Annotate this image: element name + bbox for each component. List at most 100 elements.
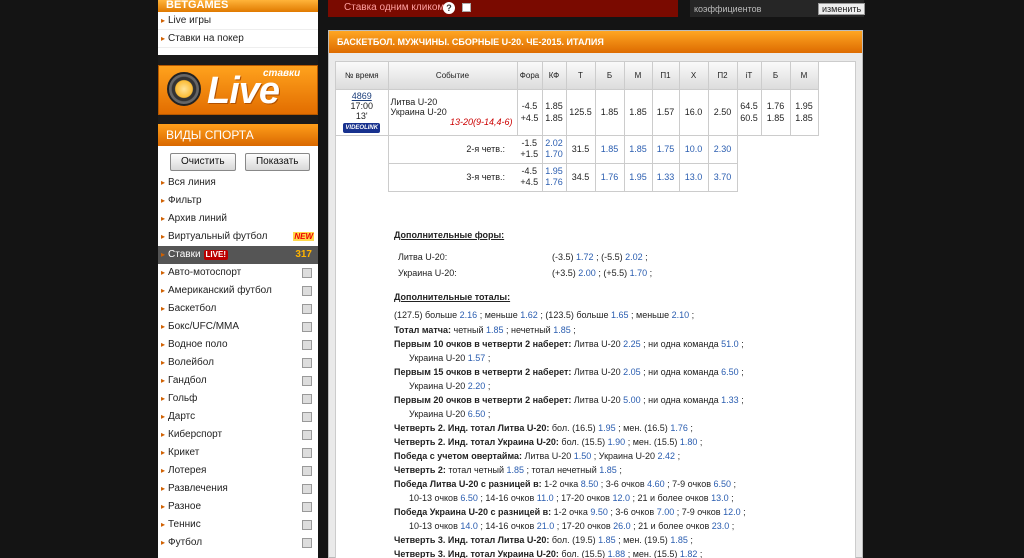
clear-button[interactable]: Очистить: [170, 153, 236, 171]
market-odds[interactable]: 5.00: [623, 395, 641, 405]
market-odds[interactable]: 4.60: [647, 479, 665, 489]
market-odds[interactable]: 2.42: [658, 451, 676, 461]
fora-odds[interactable]: 1.72: [576, 252, 594, 262]
totals-odds[interactable]: 1.62: [520, 310, 538, 320]
market-odds[interactable]: 1.85: [506, 465, 524, 475]
sport-item[interactable]: Лотерея: [158, 462, 318, 480]
p1-odds[interactable]: 1.57: [652, 89, 680, 136]
q2-p1[interactable]: 1.75: [652, 135, 680, 164]
totals-odds[interactable]: 2.10: [672, 310, 690, 320]
q2-p2[interactable]: 2.30: [708, 135, 738, 164]
market-odds[interactable]: 2.25: [623, 339, 641, 349]
sport-checkbox[interactable]: [302, 520, 312, 530]
sport-checkbox[interactable]: [302, 394, 312, 404]
sport-checkbox[interactable]: [302, 466, 312, 476]
q2-under[interactable]: 1.85: [624, 135, 653, 164]
market-odds[interactable]: 12.0: [612, 493, 630, 503]
market-odds[interactable]: 1.85: [599, 465, 617, 475]
x-odds[interactable]: 16.0: [679, 89, 709, 136]
market-odds[interactable]: 1.85: [553, 325, 571, 335]
fora-odds[interactable]: 1.70: [630, 268, 648, 278]
market-odds[interactable]: 6.50: [460, 493, 478, 503]
sport-checkbox[interactable]: [302, 268, 312, 278]
event-number[interactable]: 4869: [336, 91, 388, 101]
market-odds[interactable]: 6.50: [468, 409, 486, 419]
change-coef-button[interactable]: изменить: [818, 3, 866, 15]
market-odds[interactable]: 6.50: [721, 367, 739, 377]
sport-item[interactable]: Баскетбол: [158, 300, 318, 318]
im-odds[interactable]: 1.95 1.85: [790, 89, 819, 136]
poker-bets-link[interactable]: Ставки на покер: [158, 30, 318, 48]
sidebar-link[interactable]: Архив линий: [158, 210, 318, 228]
sport-item[interactable]: Теннис: [158, 516, 318, 534]
fora-odds[interactable]: 2.02: [625, 252, 643, 262]
sport-checkbox[interactable]: [302, 304, 312, 314]
sport-checkbox[interactable]: [302, 340, 312, 350]
market-odds[interactable]: 1.85: [598, 535, 616, 545]
sport-item[interactable]: Футбол: [158, 534, 318, 552]
sport-item[interactable]: Авто-мотоспорт: [158, 264, 318, 282]
sidebar-link[interactable]: Фильтр: [158, 192, 318, 210]
market-odds[interactable]: 1.57: [468, 353, 486, 363]
sport-checkbox[interactable]: [302, 358, 312, 368]
market-odds[interactable]: 11.0: [537, 493, 554, 503]
sport-checkbox[interactable]: [302, 286, 312, 296]
q2-x[interactable]: 10.0: [679, 135, 709, 164]
sport-checkbox[interactable]: [302, 502, 312, 512]
sport-item[interactable]: Крикет: [158, 444, 318, 462]
ib-odds[interactable]: 1.76 1.85: [761, 89, 791, 136]
q3-p2[interactable]: 3.70: [708, 163, 738, 192]
market-odds[interactable]: 12.0: [723, 507, 741, 517]
sidebar-link[interactable]: Вся линия: [158, 174, 318, 192]
sport-checkbox[interactable]: [302, 412, 312, 422]
sidebar-item-live-bets[interactable]: СтавкиLIVE! 317: [158, 246, 318, 264]
q3-kf[interactable]: 1.95 1.76: [542, 163, 567, 192]
sport-item[interactable]: Дартс: [158, 408, 318, 426]
sport-item[interactable]: Водное поло: [158, 336, 318, 354]
kf-cell[interactable]: 1.85 1.85: [542, 89, 567, 136]
market-odds[interactable]: 51.0: [721, 339, 739, 349]
market-odds[interactable]: 8.50: [581, 479, 599, 489]
sport-item[interactable]: Волейбол: [158, 354, 318, 372]
sport-checkbox[interactable]: [302, 322, 312, 332]
q3-x[interactable]: 13.0: [679, 163, 709, 192]
q3-over[interactable]: 1.76: [595, 163, 625, 192]
q2-over[interactable]: 1.85: [595, 135, 625, 164]
videolink-icon[interactable]: VIDEOLINK: [343, 123, 381, 133]
sport-checkbox[interactable]: [302, 448, 312, 458]
q3-p1[interactable]: 1.33: [652, 163, 680, 192]
sport-checkbox[interactable]: [302, 430, 312, 440]
totals-odds[interactable]: 1.65: [611, 310, 629, 320]
show-button[interactable]: Показать: [244, 153, 310, 171]
market-odds[interactable]: 6.50: [714, 479, 732, 489]
market-odds[interactable]: 1.80: [680, 437, 698, 447]
market-odds[interactable]: 2.05: [623, 367, 641, 377]
under-odds[interactable]: 1.85: [624, 89, 653, 136]
fora-odds[interactable]: 2.00: [578, 268, 596, 278]
sport-item[interactable]: Гандбол: [158, 372, 318, 390]
p2-odds[interactable]: 2.50: [708, 89, 738, 136]
sidebar-link[interactable]: Виртуальный футбол NEW: [158, 228, 318, 246]
sport-item[interactable]: Бокс/UFC/MMA: [158, 318, 318, 336]
q3-under[interactable]: 1.95: [624, 163, 653, 192]
help-icon[interactable]: ?: [443, 2, 455, 14]
market-odds[interactable]: 21.0: [537, 521, 555, 531]
sport-item[interactable]: Развлечения: [158, 480, 318, 498]
totals-odds[interactable]: 2.16: [460, 310, 478, 320]
market-odds[interactable]: 1.85: [486, 325, 504, 335]
market-odds[interactable]: 13.0: [711, 493, 729, 503]
market-odds[interactable]: 7.00: [657, 507, 675, 517]
sport-item[interactable]: Киберспорт: [158, 426, 318, 444]
live-games-link[interactable]: Live игры: [158, 12, 318, 30]
market-odds[interactable]: 1.88: [608, 549, 626, 558]
market-odds[interactable]: 14.0: [460, 521, 478, 531]
sport-item[interactable]: Американский футбол: [158, 282, 318, 300]
market-odds[interactable]: 1.33: [721, 395, 739, 405]
one-click-checkbox[interactable]: [462, 3, 471, 12]
market-odds[interactable]: 23.0: [712, 521, 730, 531]
over-odds[interactable]: 1.85: [595, 89, 625, 136]
market-odds[interactable]: 26.0: [613, 521, 631, 531]
market-odds[interactable]: 9.50: [590, 507, 608, 517]
sport-checkbox[interactable]: [302, 484, 312, 494]
sport-item[interactable]: Гольф: [158, 390, 318, 408]
